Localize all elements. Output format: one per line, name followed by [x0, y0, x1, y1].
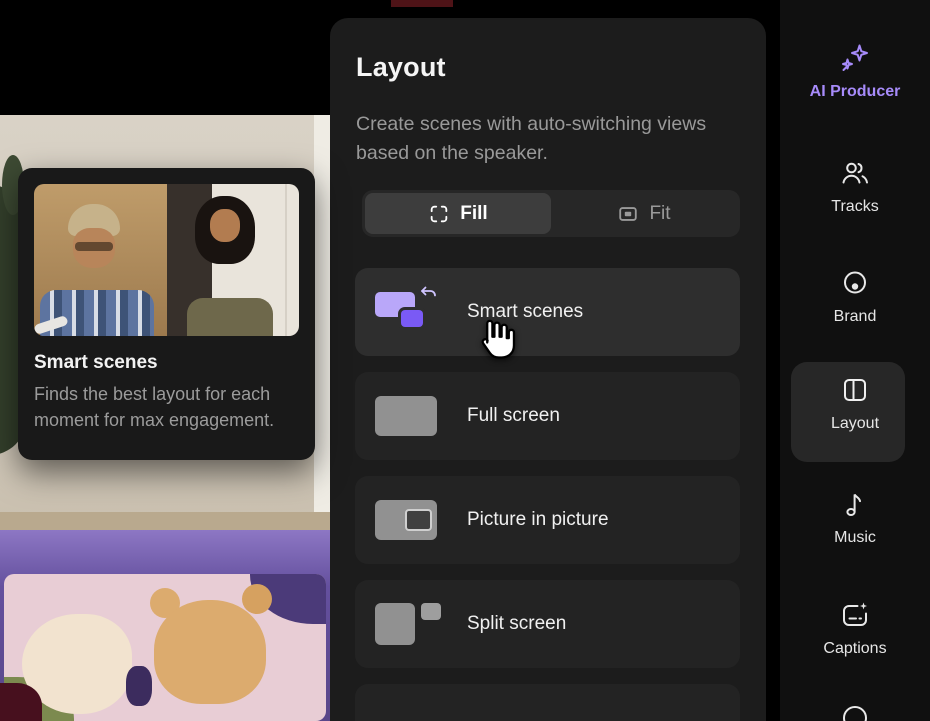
- desk-decor: [0, 512, 330, 530]
- sidebar-item-music[interactable]: Music: [780, 488, 930, 547]
- full-screen-icon: [375, 392, 439, 440]
- smart-scenes-tooltip: Smart scenes Finds the best layout for e…: [18, 168, 315, 460]
- option-label: Split screen: [467, 613, 566, 635]
- sidebar-item-partial[interactable]: [780, 703, 930, 721]
- sidebar-item-tracks[interactable]: Tracks: [780, 157, 930, 216]
- wall-decor: [314, 115, 330, 530]
- layout-option-picture-in-picture[interactable]: Picture in picture: [355, 476, 740, 564]
- circle-icon: [840, 703, 870, 721]
- panel-title: Layout: [356, 52, 446, 83]
- sidebar-item-captions[interactable]: Captions: [780, 599, 930, 658]
- sidebar-item-label: Layout: [831, 415, 879, 433]
- tooltip-title: Smart scenes: [34, 352, 299, 374]
- layout-panel: Layout Create scenes with auto-switching…: [330, 18, 766, 721]
- option-label: Picture in picture: [467, 509, 609, 531]
- illustration-panel: [4, 574, 326, 721]
- layout-option-split-screen[interactable]: Split screen: [355, 580, 740, 668]
- fit-icon: [617, 203, 639, 225]
- app-window: Smart scenes Finds the best layout for e…: [0, 0, 930, 721]
- smart-scenes-preview-image: [34, 184, 299, 336]
- layout-icon: [839, 374, 871, 406]
- illustration-shape: [126, 666, 152, 706]
- sidebar-item-label: Tracks: [831, 198, 878, 216]
- music-note-icon: [839, 488, 871, 520]
- picture-in-picture-icon: [375, 496, 439, 544]
- brand-icon: [839, 267, 871, 299]
- sidebar-item-brand[interactable]: Brand: [780, 267, 930, 326]
- sidebar-item-label: Captions: [823, 640, 886, 658]
- hand-cursor: [474, 316, 520, 371]
- fit-toggle-button[interactable]: Fit: [551, 193, 737, 234]
- illustration-shape: [154, 600, 266, 704]
- panel-description: Create scenes with auto-switching views …: [356, 110, 712, 169]
- layout-option-partial[interactable]: [355, 684, 740, 721]
- layout-option-smart-scenes[interactable]: Smart scenes: [355, 268, 740, 356]
- timeline-clip-sliver: [391, 0, 453, 7]
- tooltip-description: Finds the best layout for each moment fo…: [34, 381, 292, 433]
- sparkles-icon: [839, 42, 871, 74]
- sidebar-item-label: AI Producer: [810, 83, 901, 101]
- fill-icon: [428, 203, 450, 225]
- speaker-body: [40, 290, 154, 336]
- speaker-left-thumbnail: [34, 184, 167, 336]
- sidebar-item-layout[interactable]: Layout: [780, 374, 930, 433]
- video-preview-illustration: [0, 530, 330, 721]
- speaker-right-thumbnail: [167, 184, 300, 336]
- fit-toggle-label: Fit: [649, 203, 670, 225]
- right-sidebar: AI Producer Tracks Brand Layout: [780, 0, 930, 721]
- captions-icon: [839, 599, 871, 631]
- layout-option-partial-icon: [375, 704, 439, 721]
- auto-switch-arrow-icon: [420, 286, 437, 301]
- people-icon: [839, 157, 871, 189]
- fill-fit-toggle: Fill Fit: [362, 190, 740, 237]
- smart-scenes-icon: [375, 288, 439, 336]
- speaker-glasses: [75, 242, 113, 251]
- option-label: Full screen: [467, 405, 560, 427]
- speaker-body: [187, 298, 273, 336]
- fill-toggle-button[interactable]: Fill: [365, 193, 551, 234]
- background-door: [285, 184, 287, 336]
- sidebar-item-label: Brand: [834, 308, 877, 326]
- sidebar-item-label: Music: [834, 529, 876, 547]
- layout-option-full-screen[interactable]: Full screen: [355, 372, 740, 460]
- split-screen-icon: [375, 600, 439, 648]
- sidebar-item-ai-producer[interactable]: AI Producer: [780, 42, 930, 101]
- speaker-face: [210, 209, 240, 242]
- illustration-shape: [242, 584, 272, 614]
- fill-toggle-label: Fill: [460, 203, 487, 225]
